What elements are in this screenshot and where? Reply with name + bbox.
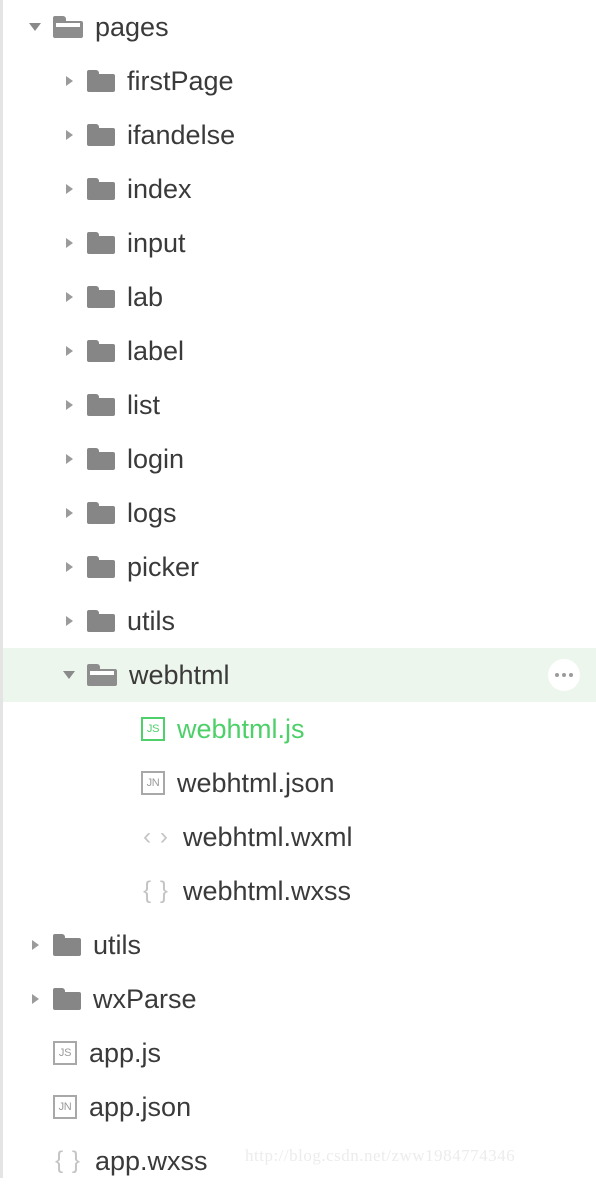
- tree-row-file[interactable]: JN webhtml.json: [3, 756, 596, 810]
- tree-row-label: logs: [127, 497, 177, 528]
- chevron-right-icon[interactable]: [59, 562, 79, 572]
- folder-closed-icon: [87, 340, 115, 362]
- tree-row-label: ifandelse: [127, 119, 236, 150]
- tree-row-folder[interactable]: login: [3, 432, 596, 486]
- tree-row-label: picker: [127, 551, 200, 582]
- folder-closed-icon: [87, 502, 115, 524]
- tree-row-file[interactable]: { } app.wxss: [3, 1134, 596, 1188]
- tree-row-label: firstPage: [127, 65, 234, 96]
- js-file-icon: JS: [53, 1041, 77, 1065]
- chevron-right-icon[interactable]: [25, 940, 45, 950]
- tree-row-folder[interactable]: list: [3, 378, 596, 432]
- wxss-file-icon: { }: [141, 877, 171, 905]
- tree-row-folder[interactable]: picker: [3, 540, 596, 594]
- tree-row-label: webhtml.json: [177, 767, 335, 798]
- chevron-right-icon[interactable]: [59, 616, 79, 626]
- chevron-right-icon[interactable]: [59, 238, 79, 248]
- folder-closed-icon: [53, 988, 81, 1010]
- tree-row-label: webhtml.wxss: [183, 875, 352, 906]
- tree-row-folder[interactable]: webhtml: [3, 648, 596, 702]
- tree-row-folder[interactable]: firstPage: [3, 54, 596, 108]
- more-options-button[interactable]: [548, 659, 580, 691]
- folder-closed-icon: [87, 394, 115, 416]
- js-badge-label: JS: [141, 717, 165, 741]
- curly-braces-glyph: { }: [55, 1147, 81, 1174]
- chevron-right-icon[interactable]: [59, 400, 79, 410]
- tree-row-folder[interactable]: logs: [3, 486, 596, 540]
- folder-open-icon: [53, 16, 83, 38]
- chevron-down-icon[interactable]: [59, 671, 79, 679]
- tree-row-folder[interactable]: ifandelse: [3, 108, 596, 162]
- tree-row-list: pages firstPage ifandelse index input lab labe…: [3, 0, 596, 1188]
- tree-row-folder[interactable]: input: [3, 216, 596, 270]
- tree-row-folder[interactable]: wxParse: [3, 972, 596, 1026]
- tree-row-folder[interactable]: utils: [3, 594, 596, 648]
- folder-closed-icon: [87, 556, 115, 578]
- file-tree: pages firstPage ifandelse index input lab labe…: [0, 0, 596, 1178]
- js-file-icon: JS: [141, 717, 165, 741]
- chevron-right-icon[interactable]: [59, 346, 79, 356]
- chevron-right-icon[interactable]: [59, 508, 79, 518]
- folder-closed-icon: [87, 232, 115, 254]
- folder-closed-icon: [87, 178, 115, 200]
- tree-row-label: app.js: [89, 1037, 162, 1068]
- chevron-right-icon[interactable]: [59, 454, 79, 464]
- json-badge-label: JN: [53, 1095, 77, 1119]
- tree-row-file[interactable]: ‹ › webhtml.wxml: [3, 810, 596, 864]
- tree-row-label: app.json: [89, 1091, 192, 1122]
- curly-braces-glyph: { }: [143, 877, 169, 904]
- tree-row-label: app.wxss: [95, 1145, 208, 1176]
- json-badge-label: JN: [141, 771, 165, 795]
- folder-open-icon: [87, 664, 117, 686]
- tree-row-label: webhtml.js: [177, 713, 305, 744]
- tree-row-label: login: [127, 443, 185, 474]
- tree-row-label: index: [127, 173, 192, 204]
- tree-row-label: label: [127, 335, 185, 366]
- tree-row-label: lab: [127, 281, 164, 312]
- tree-row-folder[interactable]: index: [3, 162, 596, 216]
- angle-brackets-glyph: ‹ ›: [143, 823, 169, 850]
- tree-row-label: webhtml.wxml: [183, 821, 353, 852]
- folder-closed-icon: [87, 70, 115, 92]
- folder-closed-icon: [87, 610, 115, 632]
- folder-closed-icon: [87, 448, 115, 470]
- wxss-file-icon: { }: [53, 1147, 83, 1175]
- chevron-right-icon[interactable]: [59, 292, 79, 302]
- tree-row-label: input: [127, 227, 186, 258]
- json-file-icon: JN: [141, 771, 165, 795]
- chevron-right-icon[interactable]: [59, 76, 79, 86]
- folder-closed-icon: [87, 286, 115, 308]
- tree-row-label: webhtml: [129, 659, 230, 690]
- tree-row-folder[interactable]: label: [3, 324, 596, 378]
- wxml-file-icon: ‹ ›: [141, 823, 171, 851]
- chevron-right-icon[interactable]: [25, 994, 45, 1004]
- chevron-right-icon[interactable]: [59, 184, 79, 194]
- tree-row-file[interactable]: JS app.js: [3, 1026, 596, 1080]
- tree-row-file[interactable]: JS webhtml.js: [3, 702, 596, 756]
- tree-row-folder[interactable]: lab: [3, 270, 596, 324]
- tree-row-file[interactable]: JN app.json: [3, 1080, 596, 1134]
- tree-row-label: list: [127, 389, 160, 420]
- folder-closed-icon: [87, 124, 115, 146]
- chevron-down-icon[interactable]: [25, 23, 45, 31]
- tree-row-label: pages: [95, 11, 169, 42]
- tree-row-folder[interactable]: pages: [3, 0, 596, 54]
- tree-row-label: utils: [127, 605, 176, 636]
- tree-row-folder[interactable]: utils: [3, 918, 596, 972]
- js-badge-label: JS: [53, 1041, 77, 1065]
- json-file-icon: JN: [53, 1095, 77, 1119]
- folder-closed-icon: [53, 934, 81, 956]
- tree-row-label: utils: [93, 929, 142, 960]
- tree-row-label: wxParse: [93, 983, 197, 1014]
- tree-row-file[interactable]: { } webhtml.wxss: [3, 864, 596, 918]
- chevron-right-icon[interactable]: [59, 130, 79, 140]
